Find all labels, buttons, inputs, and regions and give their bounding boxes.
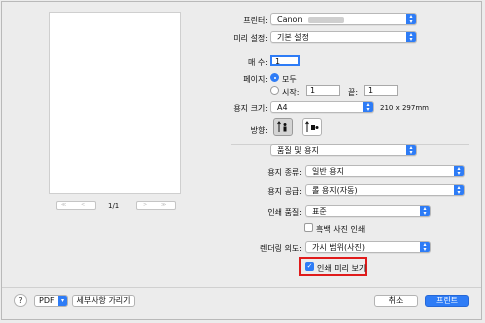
pdf-menu-button[interactable]: PDF ▾ [34,295,68,307]
prev-page-icon: < [81,202,86,208]
pages-from-input[interactable]: 1 [306,85,340,96]
copies-label: 매 수: [248,58,268,67]
print-preview-page [49,12,181,194]
chevron-updown-icon: ▴ ▾ [420,206,430,217]
pages-all-label: 모두 [282,75,297,84]
print-preview-checkbox[interactable]: ✓ [305,262,314,271]
pdf-label: PDF [39,296,55,305]
printer-value: Canon [277,15,303,24]
paper-size-label: 용지 크기: [233,104,268,113]
portrait-icon [277,121,287,132]
landscape-icon [305,121,319,132]
paper-size-select[interactable]: A4 ▴ ▾ [270,101,374,113]
paper-size-value: A4 [277,103,288,112]
media-type-label: 용지 종류: [267,168,302,177]
pages-range-radio[interactable] [270,86,279,95]
printer-model-redacted [307,16,344,23]
grayscale-checkbox[interactable] [304,223,313,232]
grayscale-label: 흑백 사진 인쇄 [316,225,366,234]
paper-source-label: 용지 공급: [267,187,302,196]
first-page-icon: ≪ [61,202,67,208]
chevron-updown-icon: ▴ ▾ [420,242,430,253]
print-button[interactable]: 프린트 [425,295,469,307]
paper-source-select[interactable]: 롤 용지(자동) ▴ ▾ [305,184,465,196]
media-type-select[interactable]: 일반 용지 ▴ ▾ [305,165,465,177]
page-indicator: 1/1 [108,202,120,210]
chevron-updown-icon: ▴ ▾ [406,145,416,156]
paper-source-value: 롤 용지(자동) [312,186,358,195]
pages-to-input[interactable]: 1 [364,85,398,96]
chevron-updown-icon: ▴ ▾ [454,166,464,177]
section-select[interactable]: 품질 및 용지 ▴ ▾ [270,144,417,156]
rendering-intent-value: 가시 범위(사진) [312,243,365,252]
print-quality-select[interactable]: 표준 ▴ ▾ [305,205,431,217]
media-type-value: 일반 용지 [312,167,344,176]
paper-dimensions: 210 x 297mm [380,104,429,112]
pages-label: 페이지: [243,75,268,84]
footer-divider [2,287,481,288]
chevron-updown-icon: ▴ ▾ [454,185,464,196]
printer-label: 프린터: [243,16,268,25]
next-page-button[interactable]: > ≫ [136,201,176,210]
chevron-updown-icon: ▴ ▾ [406,14,416,25]
chevron-down-icon: ▾ [58,296,67,306]
copies-input[interactable]: 1 [270,55,300,66]
hide-details-button[interactable]: 세부사항 가리기 [72,295,135,307]
printer-select[interactable]: Canon ▴ ▾ [270,13,417,25]
chevron-updown-icon: ▴ ▾ [363,102,373,113]
pages-all-radio[interactable] [270,73,279,82]
print-quality-label: 인쇄 품질: [267,208,302,217]
presets-value: 기본 설정 [277,33,309,42]
print-quality-value: 표준 [312,207,327,216]
portrait-orientation-button[interactable] [273,118,293,136]
rendering-intent-label: 렌더링 의도: [259,244,302,253]
presets-label: 미리 설정: [233,34,268,43]
presets-select[interactable]: 기본 설정 ▴ ▾ [270,31,417,43]
rendering-intent-select[interactable]: 가시 범위(사진) ▴ ▾ [305,241,431,253]
pages-to-label: 끝: [348,88,359,97]
previous-page-button[interactable]: ≪ < [56,201,96,210]
pages-from-label: 시작: [282,88,300,97]
print-preview-label: 인쇄 미리 보기 [317,264,367,273]
section-value: 품질 및 용지 [277,146,319,155]
orientation-label: 방향: [250,126,268,135]
last-page-icon: ≫ [161,202,167,208]
chevron-updown-icon: ▴ ▾ [406,32,416,43]
help-button[interactable]: ? [14,294,27,307]
next-page-icon: > [143,202,148,208]
landscape-orientation-button[interactable] [302,118,322,136]
cancel-button[interactable]: 취소 [374,295,418,307]
